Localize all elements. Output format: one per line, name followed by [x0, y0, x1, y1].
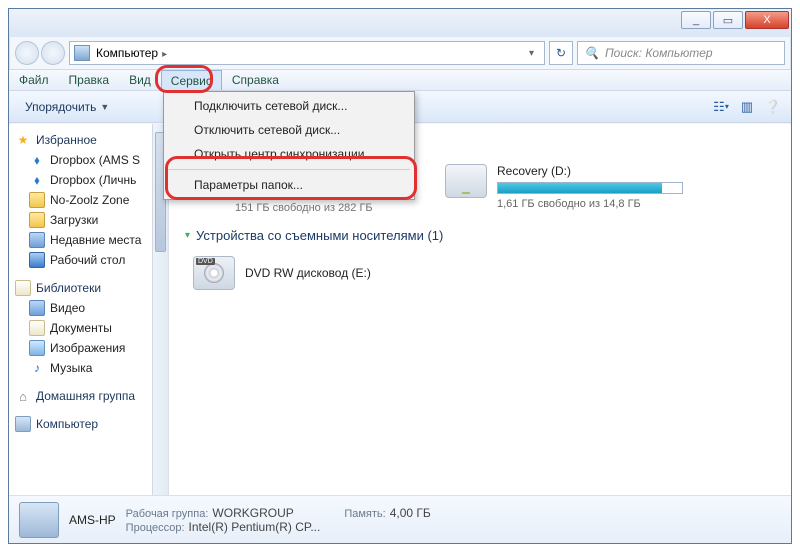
chevron-down-icon: ▼	[100, 102, 109, 112]
menu-edit[interactable]: Правка	[59, 70, 120, 90]
menubar: Файл Правка Вид Сервис Справка	[9, 69, 791, 91]
breadcrumb-root[interactable]: Компьютер	[96, 46, 167, 60]
drive-d-label: Recovery (D:)	[497, 164, 683, 178]
menu-folder-options[interactable]: Параметры папок...	[166, 173, 412, 197]
workgroup-value: WORKGROUP	[212, 506, 293, 520]
breadcrumb-dropdown-icon[interactable]: ▾	[523, 48, 540, 59]
sidebar-item-nozoolz[interactable]: No-Zoolz Zone	[15, 190, 164, 210]
dvd-drive-icon: DVD	[193, 256, 235, 290]
folder-icon	[29, 212, 45, 228]
view-mode-button[interactable]: ☷▾	[711, 98, 731, 116]
pictures-icon	[29, 340, 45, 356]
sidebar-item-pictures[interactable]: Изображения	[15, 338, 164, 358]
computer-icon	[74, 45, 90, 61]
menu-tools[interactable]: Сервис	[161, 70, 222, 90]
desktop-icon	[29, 252, 45, 268]
address-bar: Компьютер ▾ ↻ 🔍 Поиск: Компьютер	[9, 37, 791, 69]
sidebar-item-videos[interactable]: Видео	[15, 298, 164, 318]
sidebar-computer-header[interactable]: Компьютер	[15, 414, 164, 434]
memory-value: 4,00 ГБ	[390, 506, 431, 520]
menu-file[interactable]: Файл	[9, 70, 59, 90]
cpu-label: Процессор:	[126, 522, 185, 534]
hdd-icon	[445, 164, 487, 198]
refresh-button[interactable]: ↻	[549, 41, 573, 65]
removable-devices-header[interactable]: ▾ Устройства со съемными носителями (1)	[185, 228, 443, 243]
star-icon: ★	[15, 132, 31, 148]
drive-d-usage-bar	[497, 182, 683, 194]
details-pane: AMS-HP Рабочая группа:WORKGROUP Процессо…	[9, 495, 791, 543]
sidebar-item-downloads[interactable]: Загрузки	[15, 210, 164, 230]
music-icon: ♪	[29, 360, 45, 376]
organize-button[interactable]: Упорядочить▼	[17, 96, 117, 118]
search-input[interactable]: 🔍 Поиск: Компьютер	[577, 41, 785, 65]
dropbox-icon: ⬧	[29, 152, 45, 168]
dvd-drive-e[interactable]: DVD DVD RW дисковод (E:)	[193, 256, 371, 290]
titlebar: _ ▭ X	[9, 9, 791, 37]
collapse-icon: ▾	[185, 230, 190, 241]
maximize-button[interactable]: ▭	[713, 11, 743, 29]
nav-forward-button[interactable]	[41, 41, 65, 65]
nav-back-button[interactable]	[15, 41, 39, 65]
computer-large-icon	[19, 502, 59, 538]
sidebar-homegroup-header[interactable]: ⌂ Домашняя группа	[15, 386, 164, 406]
sidebar-item-dropbox-ams[interactable]: ⬧Dropbox (AMS S	[15, 150, 164, 170]
workgroup-label: Рабочая группа:	[126, 508, 209, 520]
help-button[interactable]: ❔	[763, 98, 783, 116]
sidebar-item-dropbox-personal[interactable]: ⬧Dropbox (Личнь	[15, 170, 164, 190]
cpu-value: Intel(R) Pentium(R) CP...	[189, 520, 321, 534]
video-icon	[29, 300, 45, 316]
search-placeholder: Поиск: Компьютер	[605, 46, 713, 60]
folder-icon	[29, 192, 45, 208]
sidebar-item-documents[interactable]: Документы	[15, 318, 164, 338]
menu-map-network-drive[interactable]: Подключить сетевой диск...	[166, 94, 412, 118]
computer-name: AMS-HP	[69, 513, 116, 527]
drive-d-free-text: 1,61 ГБ свободно из 14,8 ГБ	[497, 198, 683, 210]
menu-open-sync-center[interactable]: Открыть центр синхронизации...	[166, 142, 412, 166]
preview-pane-button[interactable]: ▥	[737, 98, 757, 116]
recent-icon	[29, 232, 45, 248]
close-button[interactable]: X	[745, 11, 789, 29]
sidebar-item-music[interactable]: ♪Музыка	[15, 358, 164, 378]
homegroup-icon: ⌂	[15, 388, 31, 404]
dvd-badge: DVD	[196, 258, 215, 265]
explorer-window: _ ▭ X Компьютер ▾ ↻ 🔍 Поиск: Компьютер Ф…	[8, 8, 792, 544]
menu-help[interactable]: Справка	[222, 70, 289, 90]
menu-view[interactable]: Вид	[119, 70, 161, 90]
memory-label: Память:	[344, 508, 385, 520]
computer-icon	[15, 416, 31, 432]
menu-separator	[168, 169, 410, 170]
drive-recovery-d[interactable]: Recovery (D:) 1,61 ГБ свободно из 14,8 Г…	[445, 164, 683, 210]
sidebar-favorites-header[interactable]: ★ Избранное	[15, 130, 164, 150]
drive-c-free-text: 151 ГБ свободно из 282 ГБ	[235, 202, 373, 214]
sidebar-item-desktop[interactable]: Рабочий стол	[15, 250, 164, 270]
tools-dropdown: Подключить сетевой диск... Отключить сет…	[163, 91, 415, 200]
menu-disconnect-network-drive[interactable]: Отключить сетевой диск...	[166, 118, 412, 142]
search-icon: 🔍	[584, 46, 599, 60]
sidebar-item-recent[interactable]: Недавние места	[15, 230, 164, 250]
minimize-button[interactable]: _	[681, 11, 711, 29]
documents-icon	[29, 320, 45, 336]
navigation-pane: ★ Избранное ⬧Dropbox (AMS S ⬧Dropbox (Ли…	[9, 124, 169, 495]
breadcrumb[interactable]: Компьютер ▾	[69, 41, 545, 65]
sidebar-libraries-header[interactable]: Библиотеки	[15, 278, 164, 298]
libraries-icon	[15, 280, 31, 296]
dropbox-icon: ⬧	[29, 172, 45, 188]
dvd-label: DVD RW дисковод (E:)	[245, 266, 371, 280]
